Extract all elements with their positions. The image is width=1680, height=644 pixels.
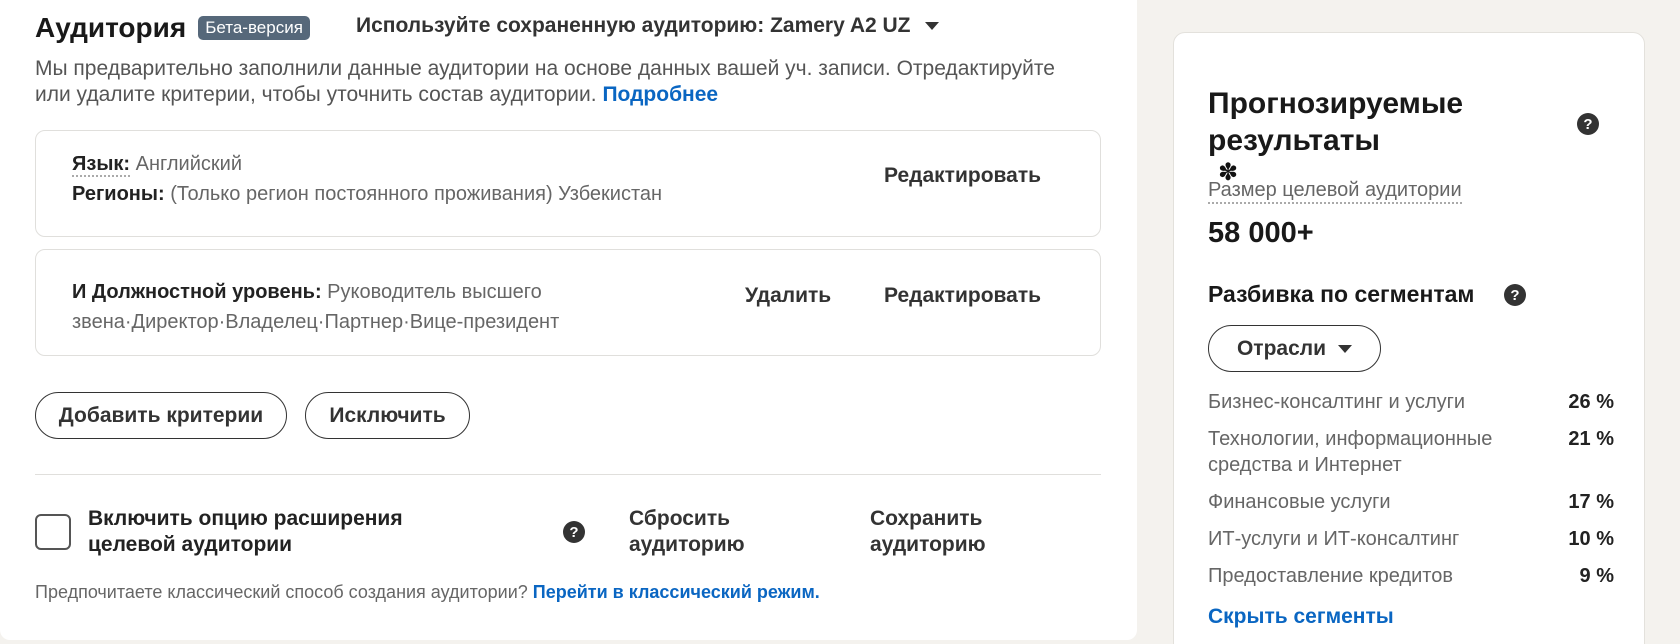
classic-mode-link[interactable]: Перейти в классический режим. (533, 582, 820, 602)
segment-percent: 17 % (1568, 491, 1614, 513)
segment-name: Финансовые услуги (1208, 491, 1391, 513)
segment-name: Предоставление кредитов (1208, 565, 1453, 587)
saved-audience-label: Используйте сохраненную аудиторию: Zamer… (356, 14, 911, 37)
seniority-value-1: Руководитель высшего (327, 281, 542, 303)
edit-button[interactable]: Редактировать (884, 284, 1041, 308)
seniority-label: И Должностной уровень: (72, 281, 322, 303)
reset-audience-button[interactable]: Сбросить аудиторию (629, 506, 779, 558)
criteria-card-job-seniority: И Должностной уровень: Руководитель высш… (35, 249, 1101, 356)
seniority-value-2: звена·Директор·Владелец·Партнер·Вице-пре… (72, 311, 560, 333)
region-line: Регионы: (Только регион постоянного прож… (72, 183, 662, 206)
audience-panel: Аудитория Бета-версия Используйте сохран… (0, 0, 1137, 640)
exclude-button[interactable]: Исключить (305, 392, 470, 439)
audience-size-value: 58 000+ (1208, 217, 1314, 249)
segment-row: Финансовые услуги 17 % (1208, 489, 1614, 515)
intro-text: Мы предварительно заполнили данные аудит… (35, 56, 1095, 108)
help-icon[interactable]: ? (563, 521, 585, 543)
segment-row: Технологии, информационные средства и Ин… (1208, 426, 1614, 478)
save-audience-button[interactable]: Сохранить аудиторию (870, 506, 1020, 558)
segment-name: ИТ-услуги и ИТ-консалтинг (1208, 528, 1460, 550)
segment-row: Предоставление кредитов 9 % (1208, 563, 1614, 589)
seniority-line: И Должностной уровень: Руководитель высш… (72, 277, 632, 337)
segment-list: Бизнес-консалтинг и услуги 26 % Технолог… (1208, 389, 1614, 600)
saved-audience-dropdown[interactable]: Используйте сохраненную аудиторию: Zamer… (356, 14, 939, 38)
segment-percent: 9 % (1579, 565, 1614, 587)
help-icon[interactable]: ? (1504, 284, 1526, 306)
classic-mode-text: Предпочитаете классический способ создан… (35, 582, 528, 602)
add-criteria-button[interactable]: Добавить критерии (35, 392, 287, 439)
language-value: Английский (135, 153, 242, 175)
chevron-down-icon (924, 22, 939, 30)
region-label: Регионы: (72, 183, 165, 205)
help-icon[interactable]: ? (1577, 113, 1599, 135)
criteria-card-language-region: Язык: Английский Регионы: (Только регион… (35, 130, 1101, 237)
audience-expansion-checkbox[interactable] (35, 514, 71, 550)
delete-button[interactable]: Удалить (745, 284, 831, 308)
forecast-title: Прогнозируемые результаты (1208, 87, 1464, 157)
hide-segments-link[interactable]: Скрыть сегменты (1208, 605, 1394, 629)
edit-button[interactable]: Редактировать (884, 164, 1041, 188)
header: Аудитория Бета-версия (35, 10, 310, 46)
audience-size-label: Размер целевой аудитории (1208, 179, 1462, 204)
segment-row: Бизнес-консалтинг и услуги 26 % (1208, 389, 1614, 415)
forecast-panel: Прогнозируемые результаты ? ✽ Размер цел… (1173, 32, 1645, 644)
segment-type-label: Отрасли (1236, 336, 1327, 360)
segments-title: Разбивка по сегментам (1208, 281, 1475, 307)
audience-expansion-label: Включить опцию расширения целевой аудито… (88, 507, 403, 556)
intro-body: Мы предварительно заполнили данные аудит… (35, 57, 1055, 106)
segment-percent: 21 % (1568, 428, 1614, 450)
learn-more-link[interactable]: Подробнее (602, 83, 718, 106)
chevron-down-icon (1338, 344, 1353, 353)
language-label: Язык: (72, 153, 131, 177)
segment-name: Бизнес-консалтинг и услуги (1208, 391, 1466, 413)
region-value: (Только регион постоянного проживания) У… (170, 183, 663, 205)
beta-badge: Бета-версия (198, 16, 310, 40)
language-line: Язык: Английский (72, 153, 242, 177)
segment-type-dropdown[interactable]: Отрасли (1208, 325, 1381, 372)
classic-mode-prompt: Предпочитаете классический способ создан… (35, 582, 820, 603)
divider (35, 474, 1101, 475)
segment-percent: 26 % (1568, 391, 1614, 413)
page-title: Аудитория (35, 12, 187, 43)
segment-percent: 10 % (1568, 528, 1614, 550)
segment-row: ИТ-услуги и ИТ-консалтинг 10 % (1208, 526, 1614, 552)
segment-name: Технологии, информационные средства и Ин… (1208, 428, 1493, 476)
